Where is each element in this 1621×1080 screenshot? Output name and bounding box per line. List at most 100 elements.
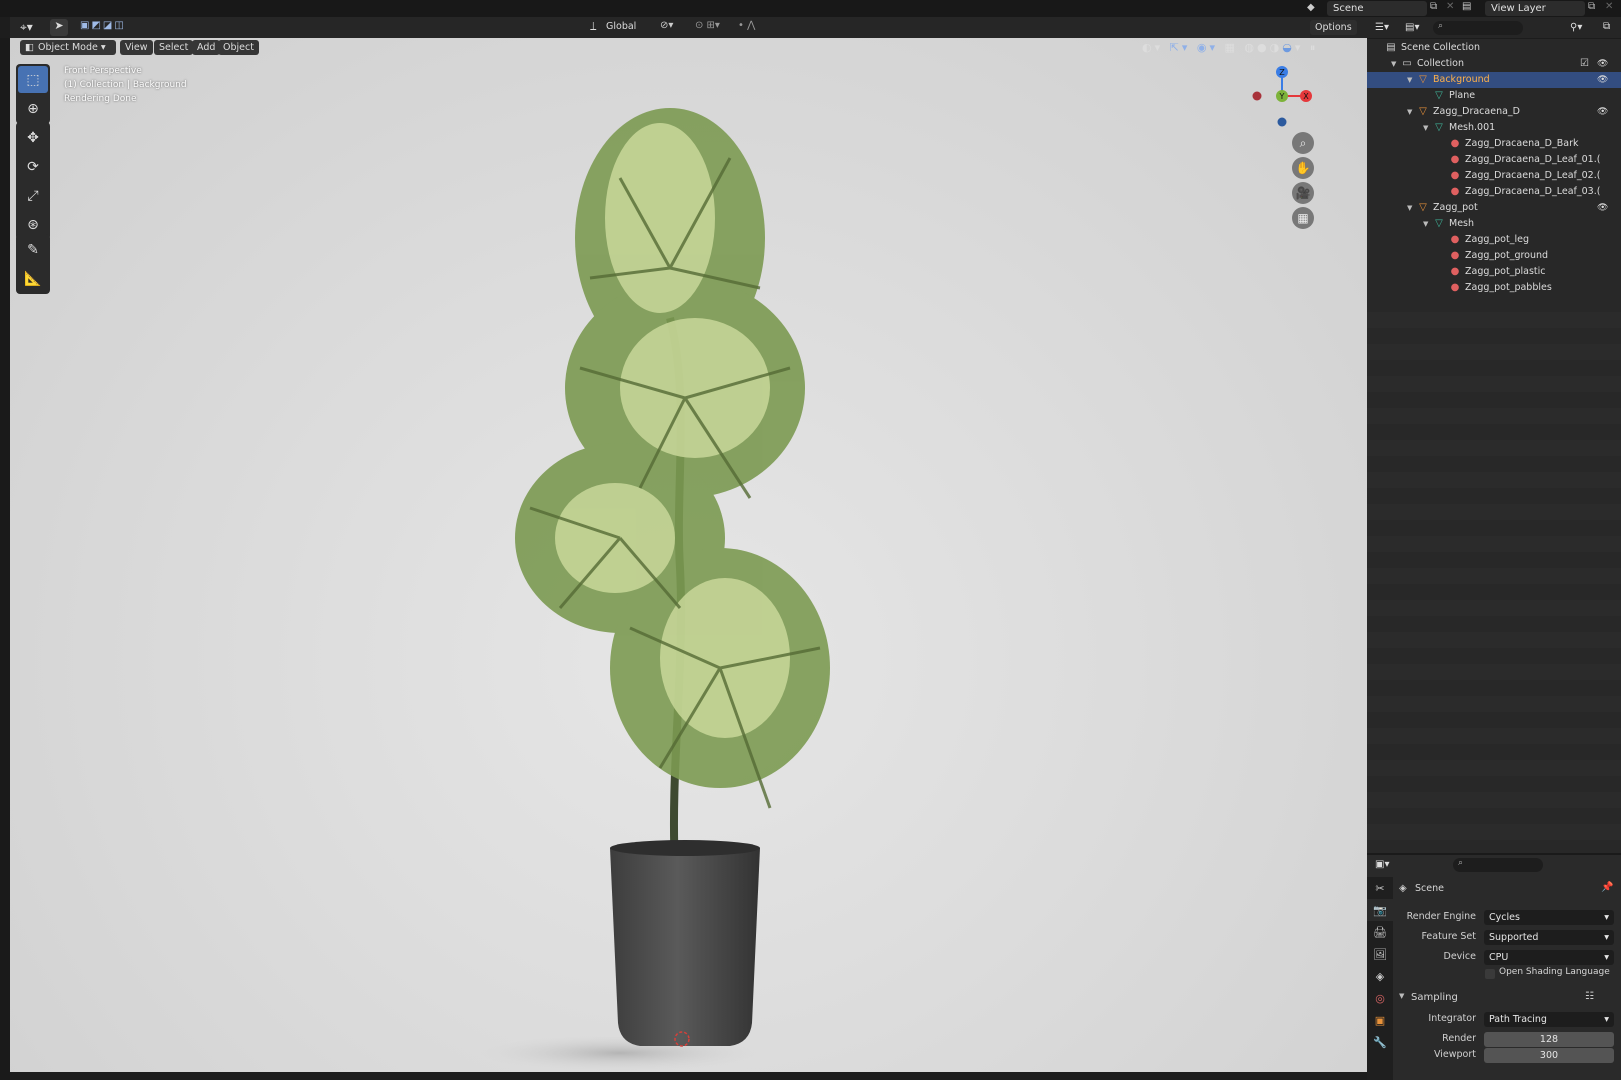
transform-orientation-icon: ⟘	[590, 20, 597, 33]
outliner-editor-type-icon[interactable]: ☰▾	[1375, 22, 1389, 33]
outliner-header: ☰▾ ▤▾ ⌕ ⚲▾ ⧉	[1367, 17, 1621, 39]
mesh-icon: ▽	[1435, 90, 1443, 101]
device-dropdown[interactable]: CPU ▾	[1484, 950, 1614, 965]
expand-toggle-icon[interactable]: ▼	[1407, 104, 1417, 120]
outliner-row[interactable]: ▼ ▽ Mesh.001	[1367, 120, 1621, 136]
mesh-icon: ▽	[1435, 122, 1443, 133]
navigation-gizmo[interactable]: Z X Y	[1242, 62, 1312, 132]
outliner-row[interactable]: ▼ ▽ Zagg_Dracaena_D 👁	[1367, 104, 1621, 120]
outliner-row[interactable]: ▼ ▽ Zagg_pot 👁	[1367, 200, 1621, 216]
render-engine-dropdown[interactable]: Cycles ▾	[1484, 910, 1614, 925]
xray-icon[interactable]: ▦	[1225, 41, 1238, 54]
view-menu[interactable]: View	[120, 40, 153, 55]
select-tool-icon[interactable]: ➤	[50, 19, 68, 36]
pivot-dropdown-icon[interactable]: ⊘▾	[660, 20, 673, 31]
object-menu[interactable]: Object	[218, 40, 259, 55]
tool-tab-icon[interactable]: ✂	[1367, 877, 1393, 899]
outliner-row[interactable]: ● Zagg_pot_pabbles	[1367, 280, 1621, 296]
outliner-row[interactable]: ● Zagg_pot_ground	[1367, 248, 1621, 264]
viewport-overlay-icons[interactable]: ◐▾ ⇱▾ ◉▾ ▦ ◍●◑◒▾ ⏸	[1142, 41, 1367, 56]
camera-view-icon[interactable]: 🎥	[1292, 182, 1314, 204]
osl-checkbox[interactable]	[1485, 969, 1495, 979]
shading-solid-icon[interactable]: ●	[1257, 41, 1270, 54]
3d-viewport[interactable]: ◧ Object Mode ▾ View Select Add Object ◐▾…	[10, 38, 1367, 1072]
new-scene-icon[interactable]: ⧉	[1430, 1, 1437, 12]
expand-toggle-icon[interactable]: ▼	[1423, 120, 1433, 136]
expand-toggle-icon[interactable]: ▼	[1423, 216, 1433, 232]
filter-icon[interactable]: ⚲▾	[1570, 22, 1582, 33]
eye-icon[interactable]: 👁	[1597, 56, 1608, 72]
visibility-icon[interactable]: ◐▾	[1142, 41, 1163, 54]
zoom-icon[interactable]: ⌕	[1292, 132, 1314, 154]
rotate-tool-icon[interactable]: ⟳	[18, 153, 48, 180]
close-view-layer-icon[interactable]: ✕	[1605, 1, 1613, 12]
proportional-edit-icon[interactable]: • ⋀	[738, 20, 755, 31]
viewport-header: ⌖▾ ➤ ▣◩◪◫ ⟘ Global ⊘▾ ⊙ ⊞▾ • ⋀ Options	[10, 17, 1367, 38]
select-box-tool-icon[interactable]: ⬚	[18, 66, 48, 93]
expand-toggle-icon[interactable]: ▼	[1407, 72, 1417, 88]
perspective-toggle-icon[interactable]: ▦	[1292, 207, 1314, 229]
outliner-search-input[interactable]: ⌕	[1433, 21, 1523, 35]
pin-icon[interactable]: 📌	[1601, 882, 1613, 893]
outliner-row[interactable]: ● Zagg_Dracaena_D_Leaf_03.(	[1367, 184, 1621, 200]
viewport-samples-field[interactable]: 300	[1484, 1048, 1614, 1063]
outliner-row[interactable]: ● Zagg_Dracaena_D_Leaf_01.(	[1367, 152, 1621, 168]
display-mode-icon[interactable]: ▤▾	[1405, 22, 1419, 33]
editor-type-icon[interactable]: ⌖▾	[20, 20, 33, 35]
outliner-row[interactable]: ● Zagg_pot_leg	[1367, 232, 1621, 248]
new-collection-icon[interactable]: ⧉	[1603, 21, 1610, 32]
shading-rendered-icon[interactable]: ◒	[1282, 41, 1295, 54]
select-menu[interactable]: Select	[154, 40, 194, 55]
close-scene-icon[interactable]: ✕	[1446, 1, 1454, 12]
outliner-row[interactable]: ▼ ▽ Mesh	[1367, 216, 1621, 232]
shading-material-icon[interactable]: ◑	[1270, 41, 1283, 54]
outliner-row[interactable]: ● Zagg_Dracaena_D_Bark	[1367, 136, 1621, 152]
feature-set-dropdown[interactable]: Supported ▾	[1484, 930, 1614, 945]
outliner-row[interactable]: ▤ Scene Collection	[1367, 40, 1621, 56]
scene-field[interactable]: Scene	[1327, 1, 1427, 16]
shading-wire-icon[interactable]: ◍	[1244, 41, 1257, 54]
outliner-row[interactable]: ▽ Plane	[1367, 88, 1621, 104]
render-samples-field[interactable]: 128	[1484, 1032, 1614, 1047]
scene-icon[interactable]: ◆	[1307, 2, 1323, 15]
object-mode-dropdown[interactable]: ◧ Object Mode ▾	[20, 40, 116, 55]
exclude-checkbox-icon[interactable]: ☑	[1580, 56, 1589, 72]
expand-toggle-icon[interactable]: ▼	[1407, 200, 1417, 216]
sampling-panel-header[interactable]: ▼ Sampling ☷	[1395, 989, 1621, 1007]
eye-icon[interactable]: 👁	[1597, 72, 1608, 88]
selection-mode-icons[interactable]: ▣◩◪◫	[80, 20, 154, 35]
rendered-plant-image	[480, 108, 830, 1071]
outliner-row[interactable]: ▼ ▭ Collection ☑ 👁	[1367, 56, 1621, 72]
outliner-row[interactable]: ▼ ▽ Background 👁	[1367, 72, 1621, 88]
outliner-row[interactable]: ● Zagg_Dracaena_D_Leaf_02.(	[1367, 168, 1621, 184]
integrator-dropdown[interactable]: Path Tracing ▾	[1484, 1012, 1614, 1027]
view-layer-field[interactable]: View Layer	[1485, 1, 1585, 16]
expand-toggle-icon[interactable]: ▼	[1391, 56, 1401, 72]
add-menu[interactable]: Add	[192, 40, 221, 55]
snap-icon[interactable]: ⊙ ⊞▾	[695, 20, 720, 31]
eye-icon[interactable]: 👁	[1597, 200, 1608, 216]
outliner-row[interactable]: ● Zagg_pot_plastic	[1367, 264, 1621, 280]
eye-icon[interactable]: 👁	[1597, 104, 1608, 120]
new-view-layer-icon[interactable]: ⧉	[1588, 1, 1595, 12]
world-tab-icon[interactable]: ◎	[1367, 987, 1393, 1009]
options-dropdown[interactable]: Options	[1310, 20, 1357, 35]
pause-render-icon[interactable]: ⏸	[1310, 41, 1319, 54]
gizmo-icon[interactable]: ⇱▾	[1170, 41, 1191, 54]
view-layer-icon[interactable]: ▤	[1462, 1, 1471, 12]
pan-hand-icon[interactable]: ✋	[1292, 157, 1314, 179]
outliner-row-label: Scene Collection	[1401, 42, 1480, 53]
scale-tool-icon[interactable]: ⤢	[18, 182, 48, 209]
transform-orientation-dropdown[interactable]: Global	[606, 21, 636, 32]
scene-tab-icon[interactable]: ◈	[1367, 965, 1393, 987]
gizmo-neg-z-axis[interactable]	[1277, 117, 1287, 127]
annotate-tool-icon[interactable]: ✎	[18, 236, 48, 263]
move-tool-icon[interactable]: ✥	[18, 124, 48, 151]
properties-editor-type-icon[interactable]: ▣▾	[1375, 859, 1389, 870]
gizmo-neg-x-axis[interactable]	[1252, 91, 1262, 101]
measure-tool-icon[interactable]: 📐	[18, 265, 48, 292]
cursor-tool-icon[interactable]: ⊕	[18, 95, 48, 122]
properties-search-input[interactable]: ⌕	[1453, 858, 1543, 872]
presets-list-icon[interactable]: ☷	[1585, 991, 1594, 1002]
overlays-icon[interactable]: ◉▾	[1197, 41, 1218, 54]
